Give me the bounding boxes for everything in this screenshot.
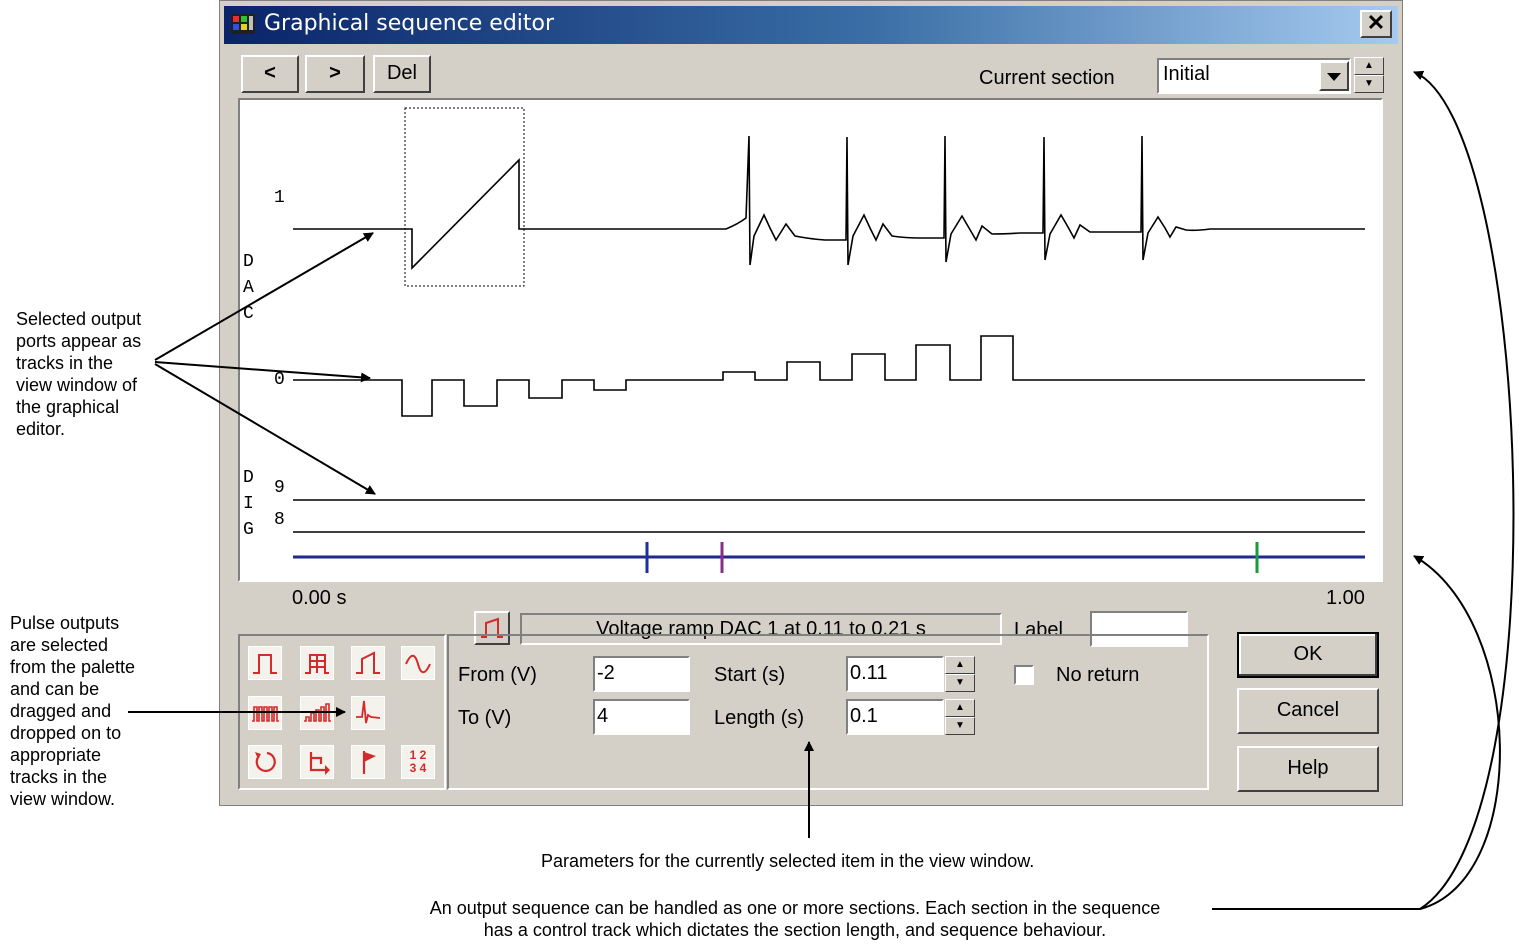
note-line: from the palette: [10, 657, 136, 677]
note-line: tracks in the: [16, 353, 114, 373]
note-line: ports appear as: [16, 331, 142, 351]
note-line: appropriate: [10, 745, 102, 765]
sections-note: An output sequence can be handled as one…: [382, 897, 1208, 941]
pulse-train-icon[interactable]: [248, 696, 282, 730]
waveform-icon[interactable]: [351, 696, 385, 730]
dig-group-letter: D: [243, 468, 254, 488]
length-input[interactable]: 0.1: [846, 699, 944, 735]
dig9-track-label: 9: [274, 478, 285, 498]
stepped-train-icon[interactable]: [300, 696, 334, 730]
note-line: has a control track which dictates the s…: [483, 920, 1107, 940]
dac1-track-label: 1: [274, 188, 285, 208]
note-line: view window of: [16, 375, 138, 395]
dig8-track-label: 8: [274, 510, 285, 530]
spin-down-icon[interactable]: ▼: [945, 674, 975, 692]
no-return-checkbox[interactable]: [1014, 665, 1034, 685]
note-line: the graphical: [16, 397, 120, 417]
note-line: and can be: [10, 679, 100, 699]
spin-down-icon[interactable]: ▼: [1354, 75, 1384, 93]
ramp-icon[interactable]: [351, 646, 385, 680]
selection-box[interactable]: [404, 107, 525, 287]
note-line: tracks in the: [10, 767, 108, 787]
section-spinner[interactable]: ▲ ▼: [1354, 57, 1384, 93]
current-section-value: Initial: [1163, 63, 1210, 85]
section-dropdown-button[interactable]: [1319, 61, 1349, 91]
length-spinner[interactable]: ▲ ▼: [945, 699, 975, 735]
pulse-icon[interactable]: [248, 646, 282, 680]
note-line: dropped on to: [10, 723, 122, 743]
note-line: view window.: [10, 789, 116, 809]
delete-button[interactable]: Del: [373, 55, 431, 93]
note-line: are selected: [10, 635, 109, 655]
app-icon: [231, 14, 255, 34]
dac0-track[interactable]: [293, 335, 1365, 417]
multi-step-pulse-icon[interactable]: [300, 646, 334, 680]
from-label: From (V): [458, 664, 537, 686]
previous-button[interactable]: <: [241, 55, 299, 93]
tracks-note: Selected output ports appear as tracks i…: [16, 308, 141, 440]
length-label: Length (s): [714, 707, 805, 729]
count-glyph: 1 2 3 4: [409, 748, 427, 775]
dac-group-letter: A: [243, 278, 254, 298]
spin-up-icon[interactable]: ▲: [945, 699, 975, 717]
spin-up-icon[interactable]: ▲: [1354, 57, 1384, 75]
dac-group-letter: D: [243, 252, 254, 272]
note-line: An output sequence can be handled as one…: [429, 898, 1161, 918]
view-window[interactable]: 1 0 9 8 D A C D I G: [238, 98, 1383, 582]
start-label: Start (s): [714, 664, 786, 686]
dac-group-letter: C: [243, 304, 254, 324]
note-line: Selected output: [16, 309, 142, 329]
arrow-to-current-section: [1413, 70, 1515, 910]
to-input[interactable]: 4: [593, 699, 690, 735]
chevron-down-icon: [1327, 73, 1341, 81]
window-title: Graphical sequence editor: [264, 11, 555, 36]
close-button[interactable]: ✕: [1360, 10, 1392, 38]
dac0-track-label: 0: [274, 370, 285, 390]
dig-group-letter: G: [243, 520, 254, 540]
start-spinner[interactable]: ▲ ▼: [945, 656, 975, 692]
parameters-panel: [447, 634, 1209, 790]
current-section-label: Current section: [979, 67, 1115, 89]
time-start-label: 0.00 s: [292, 587, 347, 609]
to-label: To (V): [458, 707, 512, 729]
dig-group-letter: I: [243, 494, 254, 514]
from-input[interactable]: -2: [593, 656, 690, 692]
spin-up-icon[interactable]: ▲: [945, 656, 975, 674]
cancel-button[interactable]: Cancel: [1237, 688, 1379, 734]
count-icon[interactable]: 1 2 3 4: [401, 745, 435, 779]
start-input[interactable]: 0.11: [846, 656, 944, 692]
jump-icon[interactable]: [300, 745, 334, 779]
note-line: dragged and: [10, 701, 112, 721]
loop-icon[interactable]: [248, 745, 282, 779]
spin-down-icon[interactable]: ▼: [945, 717, 975, 735]
palette-note: Pulse outputs are selected from the pale…: [10, 612, 135, 810]
sine-icon[interactable]: [401, 646, 435, 680]
help-button[interactable]: Help: [1237, 746, 1379, 792]
flag-icon[interactable]: [351, 745, 385, 779]
parameters-note: Parameters for the currently selected it…: [541, 851, 1035, 871]
time-end-label: 1.00: [1326, 587, 1365, 609]
dac1-track[interactable]: [293, 135, 1365, 270]
no-return-label: No return: [1056, 664, 1140, 686]
next-button[interactable]: >: [305, 55, 365, 93]
note-line: Pulse outputs: [10, 613, 120, 633]
note-line: editor.: [16, 419, 66, 439]
ok-button[interactable]: OK: [1237, 632, 1379, 678]
